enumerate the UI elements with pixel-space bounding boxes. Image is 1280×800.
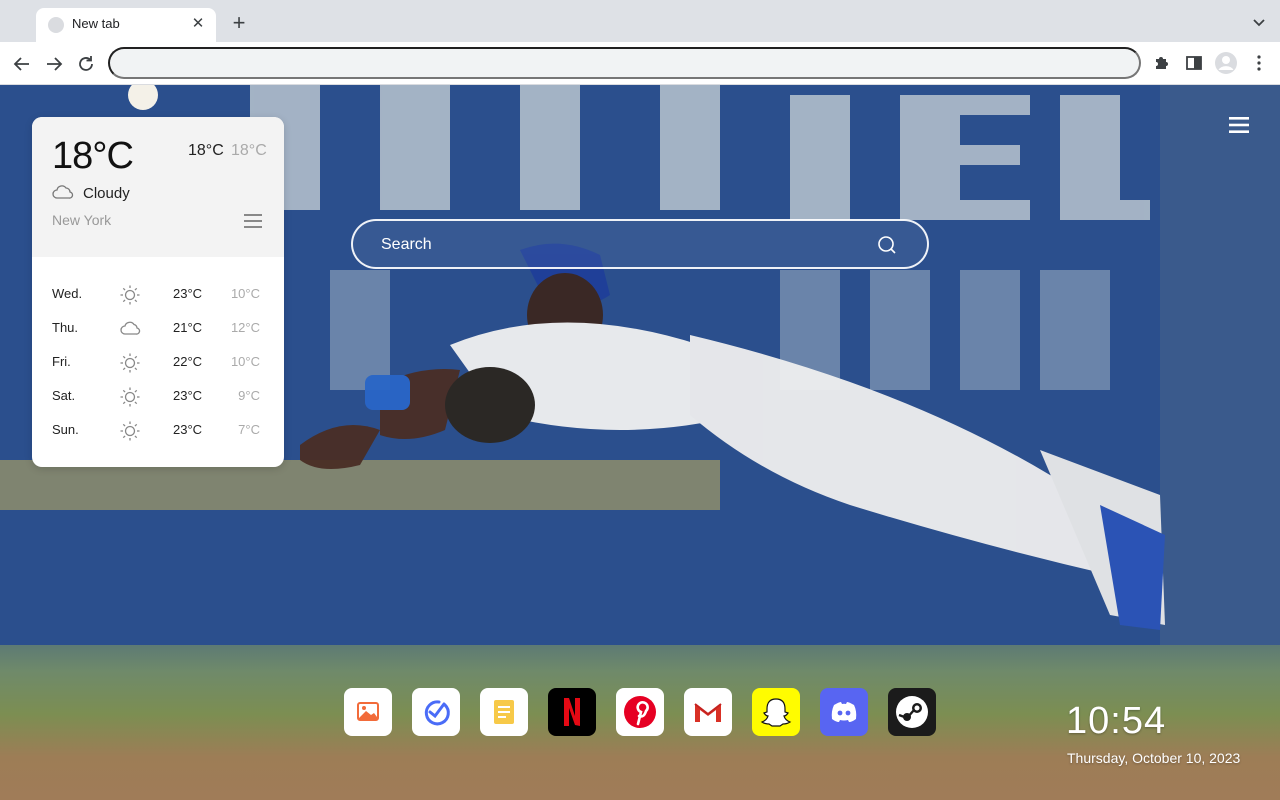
gmail-icon: [694, 703, 722, 722]
forecast-row: Sat. 23°C 9°C: [32, 379, 284, 413]
dock-app-steam[interactable]: [888, 688, 936, 736]
forward-arrow-icon[interactable]: [42, 52, 66, 76]
forecast-low: 10°C: [230, 286, 260, 301]
back-arrow-icon[interactable]: [10, 52, 34, 76]
tab-search-chevron-icon[interactable]: [1250, 13, 1268, 31]
side-panel-icon[interactable]: [1183, 52, 1205, 74]
sun-icon: [120, 387, 140, 407]
weather-condition: Cloudy: [83, 185, 130, 202]
check-circle-icon: [424, 700, 450, 726]
forecast-low: 9°C: [238, 388, 260, 403]
search-box[interactable]: [351, 219, 929, 269]
dock-app-gmail[interactable]: [684, 688, 732, 736]
forecast-day: Sat.: [52, 388, 76, 403]
netflix-icon: [564, 698, 580, 726]
reload-icon[interactable]: [74, 52, 98, 76]
weather-widget[interactable]: 18°C 18°C 18°C Cloudy New York Wed. 23°C 1…: [32, 117, 284, 467]
dock-app-tasks[interactable]: [412, 688, 460, 736]
sun-icon: [120, 285, 140, 305]
today-low: 18°C: [231, 142, 267, 159]
hamburger-menu-icon[interactable]: [1229, 117, 1249, 133]
forecast-row: Sun. 23°C 7°C: [32, 413, 284, 447]
tab-favicon-icon: [48, 17, 64, 33]
forecast-day: Wed.: [52, 286, 83, 301]
steam-icon: [896, 696, 928, 728]
weather-city: New York: [52, 212, 112, 228]
more-vertical-icon[interactable]: [1248, 52, 1270, 74]
address-bar[interactable]: [108, 47, 1141, 79]
forecast-row: Thu. 21°C 12°C: [32, 311, 284, 345]
forecast-low: 7°C: [238, 422, 260, 437]
profile-avatar-icon[interactable]: [1214, 51, 1238, 75]
sun-icon: [120, 353, 140, 373]
forecast-row: Fri. 22°C 10°C: [32, 345, 284, 379]
cloud-icon: [120, 321, 141, 335]
dock-app-notes[interactable]: [480, 688, 528, 736]
tab-strip: New tab ✕ +: [0, 0, 1280, 42]
forecast-day: Fri.: [52, 354, 71, 369]
browser-toolbar: [0, 42, 1280, 85]
forecast-high: 23°C: [173, 422, 203, 437]
forecast-low: 10°C: [230, 354, 260, 369]
current-temperature: 18°C: [52, 135, 134, 177]
dock-app-photos[interactable]: [344, 688, 392, 736]
clock-time: 10:54: [1066, 700, 1167, 742]
new-tab-button[interactable]: +: [226, 11, 252, 37]
pinterest-icon: [624, 696, 656, 728]
search-input[interactable]: [381, 233, 861, 257]
clock-date: Thursday, October 10, 2023: [1067, 750, 1241, 766]
weather-current: 18°C 18°C 18°C Cloudy New York: [32, 117, 284, 257]
sun-icon: [120, 421, 140, 441]
tab-close-button[interactable]: ✕: [188, 14, 208, 34]
forecast-high: 21°C: [173, 320, 203, 335]
search-icon[interactable]: [877, 235, 897, 255]
discord-icon: [831, 702, 857, 722]
dock-app-snapchat[interactable]: [752, 688, 800, 736]
snapchat-icon: [760, 698, 792, 727]
forecast-high: 22°C: [173, 354, 203, 369]
dock-app-netflix[interactable]: [548, 688, 596, 736]
forecast-high: 23°C: [173, 286, 203, 301]
forecast-day: Thu.: [52, 320, 79, 335]
tab-new-tab[interactable]: New tab ✕: [36, 8, 216, 42]
photos-icon: [357, 702, 379, 721]
forecast-day: Sun.: [52, 422, 79, 437]
tab-title: New tab: [72, 16, 120, 31]
notes-icon: [494, 700, 514, 724]
forecast-row: Wed. 23°C 10°C: [32, 277, 284, 311]
list-menu-icon[interactable]: [244, 214, 262, 228]
today-high: 18°C: [188, 142, 224, 159]
cloud-icon: [52, 185, 74, 199]
forecast-low: 12°C: [230, 320, 260, 335]
extensions-puzzle-icon[interactable]: [1151, 52, 1173, 74]
forecast-high: 23°C: [173, 388, 203, 403]
dock-app-discord[interactable]: [820, 688, 868, 736]
dock-app-pinterest[interactable]: [616, 688, 664, 736]
